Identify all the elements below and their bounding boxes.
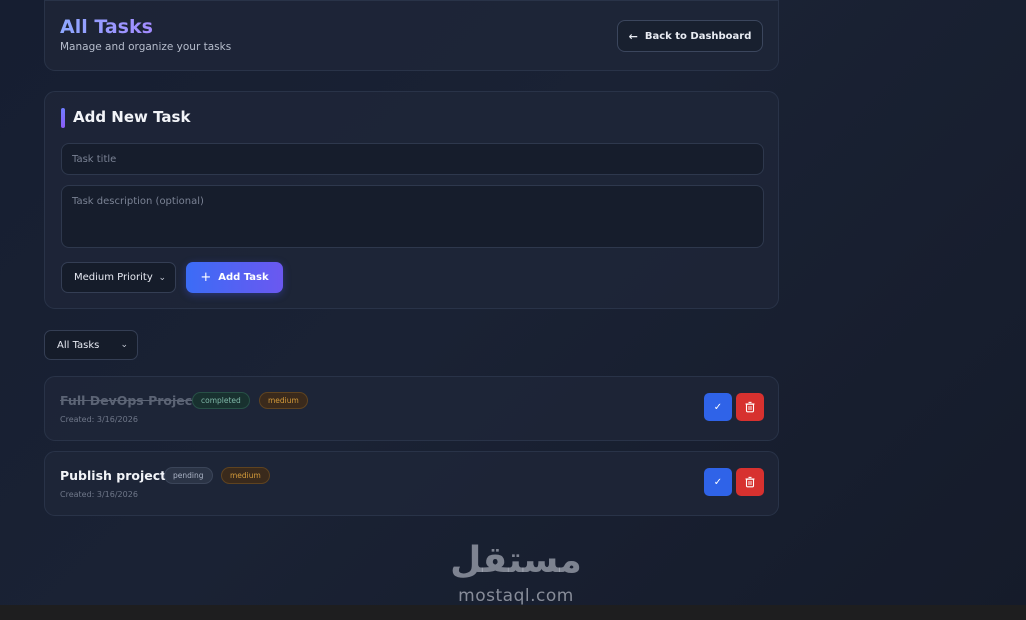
check-icon: ✓ — [713, 401, 723, 413]
task-item: Full DevOps Project completed medium Cre… — [44, 376, 779, 441]
page-subtitle: Manage and organize your tasks — [60, 41, 232, 53]
chevron-down-icon: ⌄ — [158, 272, 166, 283]
trash-icon — [745, 476, 755, 488]
add-task-label: Add Task — [218, 272, 269, 283]
task-description-input[interactable] — [61, 185, 764, 248]
task-title: Full DevOps Project — [60, 393, 199, 408]
task-item: Publish project pending medium Created: … — [44, 451, 779, 516]
watermark-logo: مستقل — [450, 540, 582, 581]
task-created-date: Created: 3/16/2026 — [60, 490, 138, 499]
back-to-dashboard-button[interactable]: ← Back to Dashboard — [617, 20, 763, 52]
toggle-complete-button[interactable]: ✓ — [704, 393, 732, 421]
priority-badge: medium — [259, 392, 308, 409]
trash-icon — [745, 401, 755, 413]
status-badge: pending — [164, 467, 213, 484]
task-title-input[interactable] — [61, 143, 764, 175]
back-to-dashboard-label: Back to Dashboard — [644, 30, 752, 42]
delete-task-button[interactable] — [736, 468, 764, 496]
add-task-heading: Add New Task — [73, 108, 191, 126]
add-task-button[interactable]: + Add Task — [186, 262, 283, 293]
chevron-down-icon: ⌄ — [120, 340, 128, 350]
check-icon: ✓ — [713, 476, 723, 488]
page-title: All Tasks — [60, 16, 153, 38]
priority-select-value: Medium Priority — [74, 272, 153, 283]
status-badge: completed — [192, 392, 250, 409]
task-filter-select[interactable]: All Tasks ⌄ — [44, 330, 138, 360]
watermark-text: mostaql.com — [458, 586, 574, 606]
plus-icon: + — [200, 270, 212, 285]
toggle-complete-button[interactable]: ✓ — [704, 468, 732, 496]
task-title: Publish project — [60, 468, 167, 483]
arrow-left-icon: ← — [628, 29, 638, 43]
priority-badge: medium — [221, 467, 270, 484]
task-filter-value: All Tasks — [57, 339, 100, 351]
priority-select[interactable]: Medium Priority ⌄ — [61, 262, 176, 293]
task-created-date: Created: 3/16/2026 — [60, 415, 138, 424]
page-header: All Tasks Manage and organize your tasks… — [44, 0, 779, 71]
delete-task-button[interactable] — [736, 393, 764, 421]
section-accent-bar — [61, 108, 65, 128]
bottom-strip — [0, 605, 1026, 620]
add-task-form: Add New Task Medium Priority ⌄ + Add Tas… — [44, 91, 779, 309]
